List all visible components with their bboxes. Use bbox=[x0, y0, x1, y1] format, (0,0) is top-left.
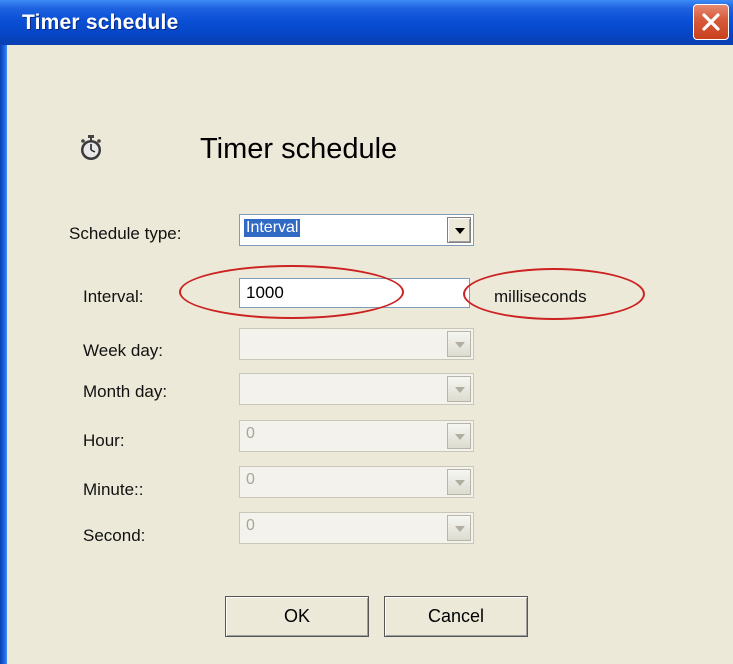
chevron-down-icon bbox=[455, 342, 465, 348]
minute-label: Minute:: bbox=[83, 480, 144, 499]
month-day-label: Month day: bbox=[83, 382, 168, 401]
timer-schedule-dialog: Timer schedule Timer schedule Schedule t… bbox=[0, 0, 733, 664]
minute-dropdown-button[interactable] bbox=[447, 469, 471, 495]
schedule-type-select[interactable]: Interval bbox=[239, 214, 474, 246]
hour-value: 0 bbox=[246, 425, 255, 442]
schedule-type-value: Interval bbox=[244, 219, 301, 237]
chevron-down-icon bbox=[455, 480, 465, 486]
schedule-type-label: Schedule type: bbox=[69, 224, 182, 243]
hour-dropdown-button[interactable] bbox=[447, 423, 471, 449]
second-value: 0 bbox=[246, 517, 255, 534]
title-bar[interactable]: Timer schedule bbox=[0, 0, 733, 45]
schedule-type-dropdown-button[interactable] bbox=[447, 217, 471, 243]
chevron-down-icon bbox=[455, 434, 465, 440]
minute-value: 0 bbox=[246, 471, 255, 488]
hour-select[interactable]: 0 bbox=[239, 420, 474, 452]
interval-value: 1000 bbox=[246, 283, 284, 302]
interval-label: Interval: bbox=[83, 287, 144, 306]
close-button[interactable] bbox=[693, 4, 729, 40]
dialog-heading: Timer schedule bbox=[200, 133, 398, 165]
interval-input[interactable]: 1000 bbox=[239, 278, 470, 308]
week-day-select[interactable] bbox=[239, 328, 474, 360]
minute-select[interactable]: 0 bbox=[239, 466, 474, 498]
stopwatch-icon bbox=[81, 135, 101, 160]
month-day-select[interactable] bbox=[239, 373, 474, 405]
window-frame bbox=[0, 45, 7, 664]
week-day-dropdown-button[interactable] bbox=[447, 331, 471, 357]
ok-button[interactable]: OK bbox=[225, 596, 369, 637]
chevron-down-icon bbox=[455, 387, 465, 393]
week-day-label: Week day: bbox=[83, 341, 164, 360]
close-icon bbox=[702, 13, 720, 31]
month-day-dropdown-button[interactable] bbox=[447, 376, 471, 402]
window-title: Timer schedule bbox=[22, 11, 179, 34]
interval-unit-label: milliseconds bbox=[494, 287, 587, 306]
second-dropdown-button[interactable] bbox=[447, 515, 471, 541]
hour-label: Hour: bbox=[83, 431, 125, 450]
ok-button-label: OK bbox=[283, 606, 310, 626]
cancel-button-label: Cancel bbox=[427, 606, 485, 626]
cancel-button[interactable]: Cancel bbox=[384, 596, 528, 637]
second-label: Second: bbox=[83, 526, 146, 545]
chevron-down-icon bbox=[455, 526, 465, 532]
second-select[interactable]: 0 bbox=[239, 512, 474, 544]
chevron-down-icon bbox=[455, 228, 465, 234]
